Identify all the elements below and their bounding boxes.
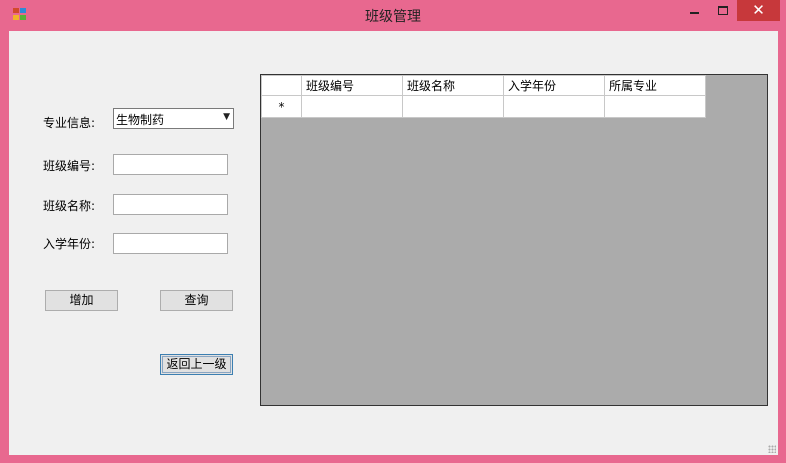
- minimize-button[interactable]: [681, 0, 708, 21]
- chevron-down-icon[interactable]: ▼: [223, 112, 230, 122]
- class-name-input[interactable]: [113, 194, 228, 215]
- back-button[interactable]: 返回上一级: [160, 354, 233, 375]
- year-label: 入学年份:: [43, 237, 96, 251]
- grid-header-row: 班级编号 班级名称 入学年份 所属专业: [261, 75, 706, 96]
- new-row-marker[interactable]: *: [261, 95, 302, 118]
- resize-grip-icon[interactable]: [768, 445, 776, 453]
- column-header-class-no[interactable]: 班级编号: [301, 75, 403, 96]
- class-no-input[interactable]: [113, 154, 228, 175]
- class-no-label: 班级编号:: [43, 159, 96, 173]
- major-label: 专业信息:: [43, 116, 96, 130]
- grid-new-row[interactable]: *: [261, 95, 706, 118]
- close-button[interactable]: ✕: [737, 0, 780, 21]
- close-icon: ✕: [752, 1, 765, 19]
- column-header-major[interactable]: 所属专业: [604, 75, 706, 96]
- major-select-value: 生物制药: [116, 113, 165, 127]
- window-title: 班级管理: [365, 9, 421, 25]
- class-data-grid[interactable]: 班级编号 班级名称 入学年份 所属专业 *: [260, 74, 768, 406]
- title-bar[interactable]: 班级管理 ✕: [0, 0, 786, 31]
- grid-cell[interactable]: [604, 95, 706, 118]
- minimize-icon: [690, 12, 699, 14]
- grid-cell[interactable]: [301, 95, 403, 118]
- grid-cell[interactable]: [503, 95, 605, 118]
- add-button[interactable]: 增加: [45, 290, 118, 311]
- form-client-area: 专业信息: 生物制药 ▼ 班级编号: 班级名称: 入学年份: 增加 查询 返回上…: [9, 31, 778, 455]
- query-button[interactable]: 查询: [160, 290, 233, 311]
- column-header-year[interactable]: 入学年份: [503, 75, 605, 96]
- grid-corner-header[interactable]: [261, 75, 302, 96]
- maximize-icon: [718, 6, 728, 15]
- grid-table: 班级编号 班级名称 入学年份 所属专业 *: [261, 75, 706, 118]
- grid-cell[interactable]: [402, 95, 504, 118]
- major-select[interactable]: 生物制药 ▼: [113, 108, 234, 129]
- class-name-label: 班级名称:: [43, 199, 96, 213]
- column-header-class-name[interactable]: 班级名称: [402, 75, 504, 96]
- maximize-button[interactable]: [709, 0, 736, 21]
- year-input[interactable]: [113, 233, 228, 254]
